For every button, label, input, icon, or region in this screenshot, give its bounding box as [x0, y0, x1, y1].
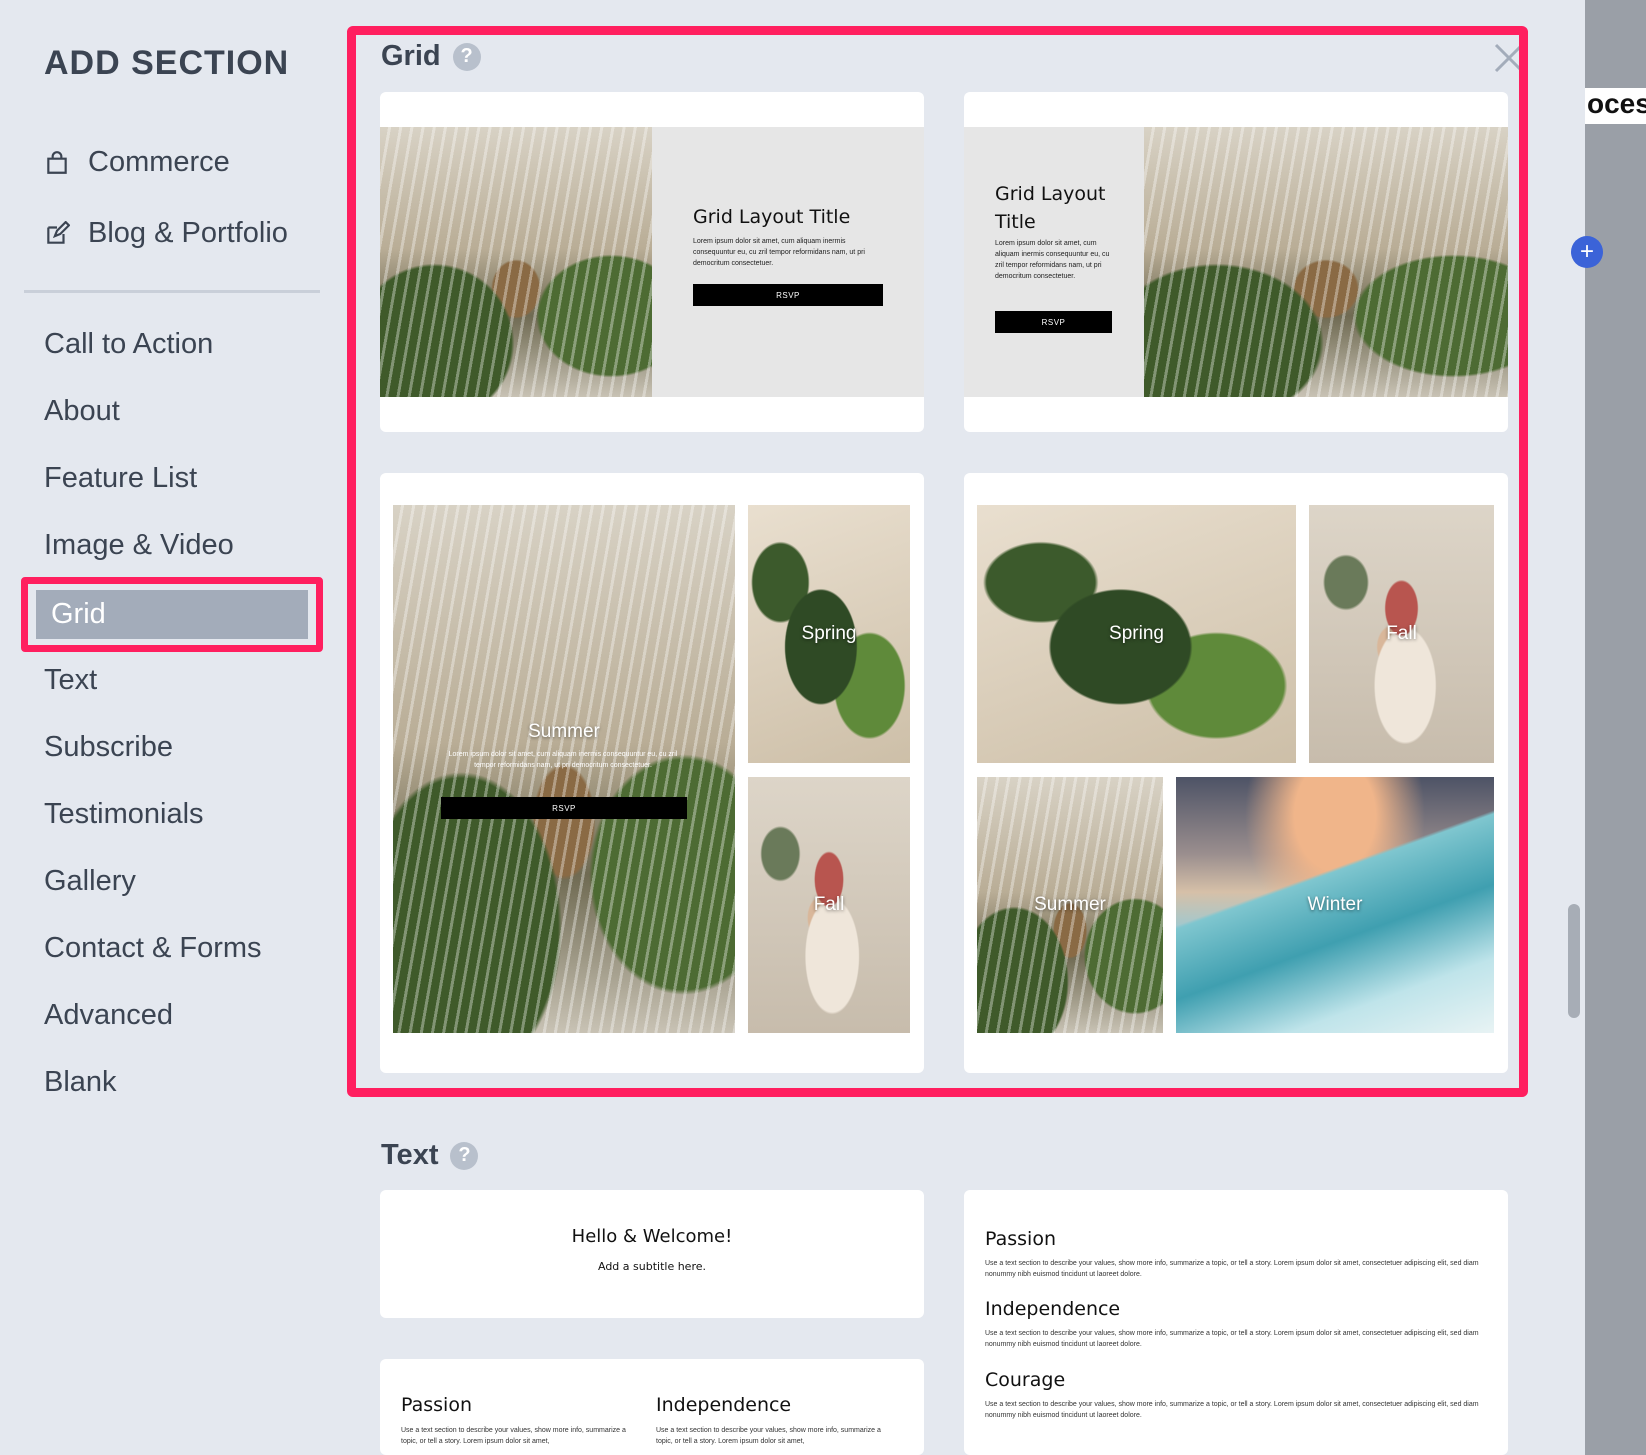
column-body: Use a text section to describe your valu…	[656, 1427, 881, 1445]
grid-template-card-3[interactable]: Summer Lorem ipsum dolor sit amet, cum a…	[380, 473, 924, 1073]
sidebar-link-commerce[interactable]: Commerce	[44, 146, 230, 179]
summer-tile: Summer	[977, 777, 1163, 1033]
sidebar-item-call-to-action[interactable]: Call to Action	[44, 328, 213, 361]
sidebar-item-image-video[interactable]: Image & Video	[44, 529, 234, 562]
sidebar-item-grid[interactable]: Grid	[21, 577, 323, 652]
text-section-header: Text ?	[381, 1139, 479, 1172]
section-library: Grid ? Grid Layout Title Lorem ipsum dol…	[345, 0, 1585, 1455]
value-title: Courage	[985, 1369, 1066, 1391]
tile-label: Spring	[1109, 623, 1164, 644]
scrollbar-thumb[interactable]	[1568, 904, 1580, 1018]
tile-label: Spring	[801, 623, 857, 644]
add-section-sidebar: ADD SECTION Commerce Blog & Portfolio Ca…	[0, 0, 345, 1455]
value-body: Use a text section to describe your valu…	[985, 1260, 1479, 1278]
grid-template-card-4[interactable]: Spring Fall Summer Winter	[964, 473, 1508, 1073]
sidebar-item-feature-list[interactable]: Feature List	[44, 462, 197, 495]
edit-icon	[47, 220, 70, 244]
rsvp-button: RSVP	[995, 311, 1112, 333]
tile-label: Fall	[1386, 623, 1417, 644]
shopping-bag-icon	[47, 150, 67, 174]
tile-label: Summer	[1034, 894, 1106, 915]
patio-photo	[380, 127, 652, 397]
sidebar-item-about[interactable]: About	[44, 395, 120, 428]
sidebar-item-label: Grid	[51, 598, 106, 630]
welcome-title: Hello & Welcome!	[571, 1226, 733, 1247]
grid-title: Grid Layout Title	[995, 183, 1106, 233]
column-title: Passion	[401, 1394, 472, 1416]
grid-body: Lorem ipsum dolor sit amet, cum aliquam …	[693, 238, 865, 267]
value-title: Passion	[985, 1228, 1056, 1250]
tile-label: Summer	[528, 721, 600, 742]
text-template-columns[interactable]: Passion Use a text section to describe y…	[380, 1359, 924, 1455]
fall-tile: Fall	[1309, 505, 1494, 763]
sidebar-item-text[interactable]: Text	[44, 664, 97, 697]
grid-title: Grid Layout Title	[693, 206, 851, 228]
rsvp-button: RSVP	[693, 284, 883, 306]
tile-body: Lorem ipsum dolor sit amet, cum aliquam …	[448, 751, 678, 769]
winter-tile: Winter	[1176, 777, 1494, 1033]
sidebar-item-blank[interactable]: Blank	[44, 1066, 117, 1099]
text-template-values[interactable]: Passion Use a text section to describe y…	[964, 1190, 1508, 1455]
spring-tile: Spring	[977, 505, 1296, 763]
rsvp-button: RSVP	[441, 797, 687, 819]
tile-label: Winter	[1307, 894, 1363, 915]
column-body: Use a text section to describe your valu…	[401, 1427, 626, 1445]
sidebar-title: ADD SECTION	[44, 44, 290, 82]
sidebar-link-blog-portfolio[interactable]: Blog & Portfolio	[44, 217, 288, 250]
section-title: Text	[381, 1139, 439, 1171]
value-title: Independence	[985, 1298, 1121, 1320]
page-heading-peek: oces	[1585, 88, 1646, 124]
grid-template-card-1[interactable]: Grid Layout Title Lorem ipsum dolor sit …	[380, 92, 924, 432]
summer-tile: Summer Lorem ipsum dolor sit amet, cum a…	[393, 505, 735, 1033]
patio-photo	[1144, 127, 1508, 397]
sidebar-item-testimonials[interactable]: Testimonials	[44, 798, 204, 831]
section-title: Grid	[381, 40, 441, 72]
grid-section-header: Grid ?	[381, 40, 481, 73]
spring-tile: Spring	[748, 505, 910, 763]
sidebar-divider	[24, 290, 320, 293]
fall-tile: Fall	[748, 777, 910, 1033]
value-body: Use a text section to describe your valu…	[985, 1401, 1479, 1419]
help-icon[interactable]: ?	[452, 42, 481, 71]
sidebar-item-subscribe[interactable]: Subscribe	[44, 731, 173, 764]
page-backdrop	[1585, 0, 1646, 1455]
sidebar-link-label: Blog & Portfolio	[88, 217, 288, 249]
column-title: Independence	[656, 1394, 792, 1416]
text-template-welcome[interactable]: Hello & Welcome! Add a subtitle here.	[380, 1190, 924, 1318]
grid-body: Lorem ipsum dolor sit amet, cum aliquam …	[995, 240, 1110, 280]
sidebar-item-gallery[interactable]: Gallery	[44, 865, 136, 898]
welcome-subtitle: Add a subtitle here.	[597, 1260, 706, 1273]
sidebar-link-label: Commerce	[88, 146, 230, 178]
sidebar-item-contact-forms[interactable]: Contact & Forms	[44, 932, 262, 965]
close-icon[interactable]	[1493, 42, 1525, 74]
help-icon[interactable]: ?	[450, 1141, 479, 1170]
value-body: Use a text section to describe your valu…	[985, 1330, 1479, 1348]
add-icon[interactable]: +	[1571, 236, 1603, 268]
sidebar-item-advanced[interactable]: Advanced	[44, 999, 173, 1032]
grid-template-card-2[interactable]: Grid Layout Title Lorem ipsum dolor sit …	[964, 92, 1508, 432]
page-preview-edge: oces +	[1571, 0, 1646, 1455]
tile-label: Fall	[813, 894, 845, 915]
